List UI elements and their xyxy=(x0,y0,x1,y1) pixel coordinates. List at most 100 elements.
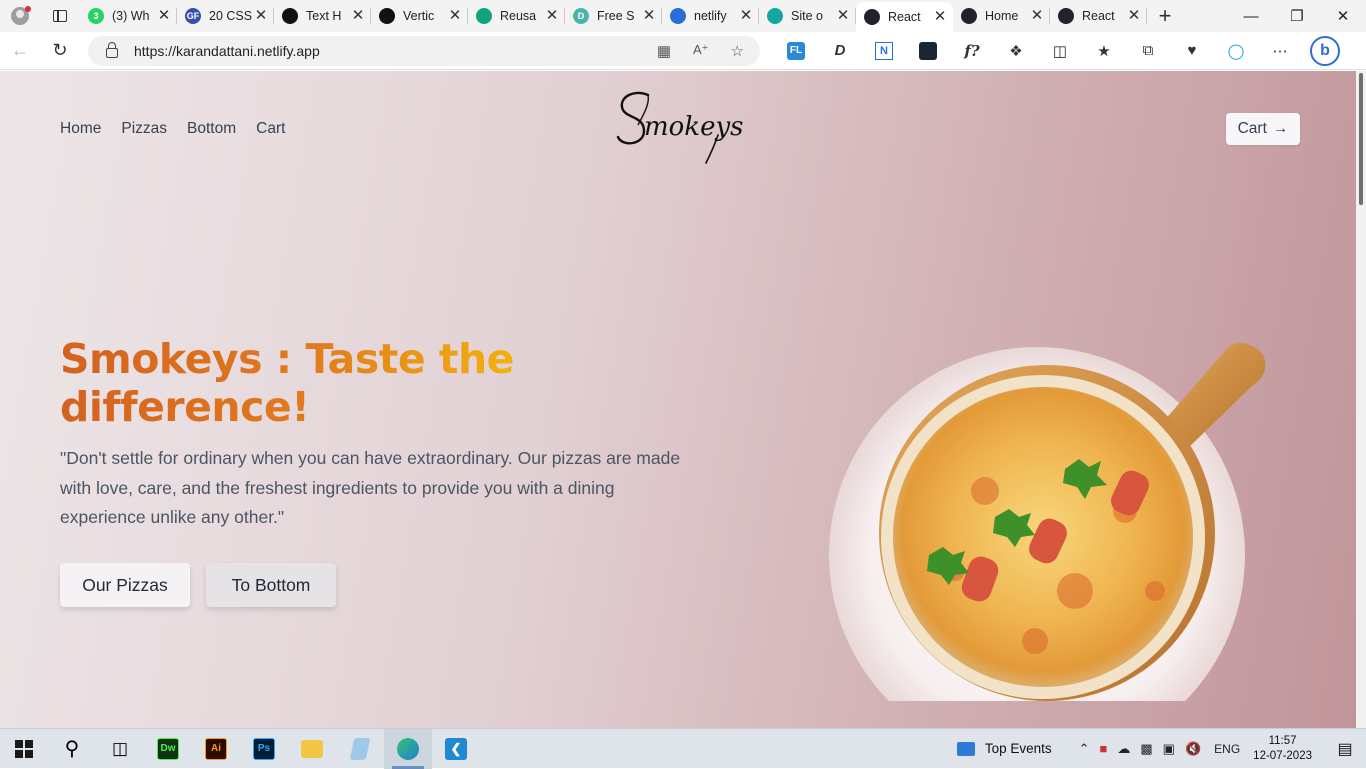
react-icon xyxy=(864,9,880,25)
photoshop-label: Ps xyxy=(253,737,275,760)
notepad-icon[interactable] xyxy=(336,729,384,769)
browser-tab[interactable]: Home ✕ xyxy=(953,0,1050,32)
close-tab-icon[interactable]: ✕ xyxy=(836,8,850,23)
pizza-image xyxy=(829,342,1266,701)
nav-bottom[interactable]: Bottom xyxy=(187,120,236,138)
favorite-star-icon[interactable]: ☆ xyxy=(731,42,744,60)
vscode-icon[interactable]: ❮ xyxy=(432,729,480,769)
extensions-puzzle-icon[interactable]: ❖ xyxy=(994,35,1038,67)
d-extension-icon[interactable]: D xyxy=(818,35,862,67)
top-events-widget-icon[interactable] xyxy=(956,741,975,756)
restore-icon[interactable]: ❐ xyxy=(1274,0,1320,32)
close-tab-icon[interactable]: ✕ xyxy=(739,8,753,23)
performance-icon[interactable]: ♥ xyxy=(1170,35,1214,67)
close-window-icon[interactable]: ✕ xyxy=(1320,0,1366,32)
browser-tab[interactable]: 3 (3) Wh ✕ xyxy=(80,0,177,32)
illustrator-icon[interactable]: Ai xyxy=(192,729,240,769)
whatsapp-icon: 3 xyxy=(88,8,104,24)
clock-date: 12-07-2023 xyxy=(1253,749,1312,762)
collections-icon[interactable]: ⧉ xyxy=(1126,35,1170,67)
volume-muted-icon[interactable]: 🔇 xyxy=(1185,741,1201,757)
nav-cart[interactable]: Cart xyxy=(256,120,285,138)
browser-tab[interactable]: netlify ✕ xyxy=(662,0,759,32)
profile-icon[interactable] xyxy=(0,0,40,32)
netlify-icon xyxy=(767,8,783,24)
task-view-icon[interactable]: ◫ xyxy=(96,729,144,769)
geeksforgeeks-icon: GF xyxy=(185,8,201,24)
minimize-icon[interactable]: — xyxy=(1228,0,1274,32)
apps-icon[interactable]: ▦ xyxy=(657,42,671,60)
close-tab-icon[interactable]: ✕ xyxy=(1127,8,1141,23)
scrollbar-thumb[interactable] xyxy=(1359,73,1363,205)
close-tab-icon[interactable]: ✕ xyxy=(1030,8,1044,23)
back-icon[interactable]: ← xyxy=(0,32,40,70)
close-tab-icon[interactable]: ✕ xyxy=(254,8,268,23)
clock-time: 11:57 xyxy=(1268,734,1297,747)
close-tab-icon[interactable]: ✕ xyxy=(933,9,947,24)
new-tab-button[interactable]: + xyxy=(1147,0,1183,32)
chevron-up-icon[interactable]: ⌃ xyxy=(1079,741,1090,757)
browser-tab[interactable]: Reusa ✕ xyxy=(468,0,565,32)
more-menu-icon[interactable]: ⋯ xyxy=(1258,35,1302,67)
device-icon[interactable]: ▩ xyxy=(1140,741,1152,757)
refresh-icon[interactable]: ↻ xyxy=(40,32,80,70)
close-tab-icon[interactable]: ✕ xyxy=(157,8,171,23)
close-tab-icon[interactable]: ✕ xyxy=(545,8,559,23)
fx-extension-icon[interactable]: f? xyxy=(950,35,994,67)
browser-tab[interactable]: Vertic ✕ xyxy=(371,0,468,32)
edge-icon[interactable]: ◯ xyxy=(1214,35,1258,67)
hero-title: Smokeys : Taste the difference! xyxy=(60,335,620,431)
react-devtools-icon[interactable] xyxy=(906,35,950,67)
window-controls: — ❐ ✕ xyxy=(1228,0,1366,32)
smokeys-logo[interactable]: mokeys xyxy=(614,85,754,167)
cart-button-label: Cart xyxy=(1237,120,1267,137)
photoshop-icon[interactable]: Ps xyxy=(240,729,288,769)
bing-chat-icon[interactable]: b xyxy=(1310,35,1340,66)
close-tab-icon[interactable]: ✕ xyxy=(351,8,365,23)
clock[interactable]: 11:57 12-07-2023 xyxy=(1253,734,1312,764)
tab-label: React xyxy=(888,10,921,24)
n-extension-icon[interactable]: N xyxy=(862,35,906,67)
tab-label: React xyxy=(1082,9,1115,23)
fl-extension-icon[interactable]: FL xyxy=(774,35,818,67)
system-tray: Top Events ⌃ ■ ☁ ▩ ▣ 🔇 ENG 11:57 12-07-2… xyxy=(956,729,1366,769)
browser-tab[interactable]: React ✕ xyxy=(1050,0,1147,32)
browser-tab[interactable]: GF 20 CSS ✕ xyxy=(177,0,274,32)
antivirus-icon[interactable]: ■ xyxy=(1100,741,1108,756)
url-text: https://karandattani.netlify.app xyxy=(134,42,320,59)
dreamweaver-icon[interactable]: Dw xyxy=(144,729,192,769)
close-tab-icon[interactable]: ✕ xyxy=(642,8,656,23)
browser-tab[interactable]: D Free S ✕ xyxy=(565,0,662,32)
read-aloud-icon[interactable]: A⁺ xyxy=(693,42,709,60)
cart-button[interactable]: Cart → xyxy=(1226,113,1300,145)
tab-label: Site o xyxy=(791,9,823,23)
file-explorer-icon[interactable] xyxy=(288,729,336,769)
main-nav: Home Pizzas Bottom Cart xyxy=(60,120,285,138)
edge-browser-icon[interactable] xyxy=(384,728,432,769)
svg-text:mokeys: mokeys xyxy=(644,112,743,142)
our-pizzas-button[interactable]: Our Pizzas xyxy=(60,563,190,607)
to-bottom-button[interactable]: To Bottom xyxy=(206,563,336,607)
split-screen-icon[interactable]: ◫ xyxy=(1038,35,1082,67)
tab-actions-icon[interactable] xyxy=(40,0,80,32)
search-icon[interactable]: ⚲ xyxy=(48,729,96,769)
top-events-widget[interactable]: Top Events xyxy=(985,741,1052,756)
browser-tab[interactable]: React ✕ xyxy=(856,2,953,32)
page-scrollbar[interactable] xyxy=(1356,71,1366,728)
url-field[interactable]: https://karandattani.netlify.app ▦ A⁺ ☆ xyxy=(88,35,760,66)
cloud-icon[interactable]: ☁ xyxy=(1117,741,1130,757)
network-icon[interactable]: ▣ xyxy=(1163,741,1175,757)
lock-icon[interactable] xyxy=(106,41,118,58)
nav-home[interactable]: Home xyxy=(60,120,101,138)
favorites-icon[interactable]: ★ xyxy=(1082,35,1126,67)
notifications-icon[interactable]: ▤ xyxy=(1324,729,1366,769)
nav-pizzas[interactable]: Pizzas xyxy=(121,120,167,138)
extensions-bar: FL D N f? ❖ ◫ ★ ⧉ ♥ ◯ ⋯ xyxy=(774,35,1302,67)
close-tab-icon[interactable]: ✕ xyxy=(448,8,462,23)
browser-tab[interactable]: Site o ✕ xyxy=(759,0,856,32)
dreamweaver-label: Dw xyxy=(157,737,179,760)
tab-label: Vertic xyxy=(403,9,435,23)
browser-tab[interactable]: Text H ✕ xyxy=(274,0,371,32)
windows-start-icon[interactable] xyxy=(0,729,48,769)
language-indicator[interactable]: ENG xyxy=(1214,742,1240,756)
